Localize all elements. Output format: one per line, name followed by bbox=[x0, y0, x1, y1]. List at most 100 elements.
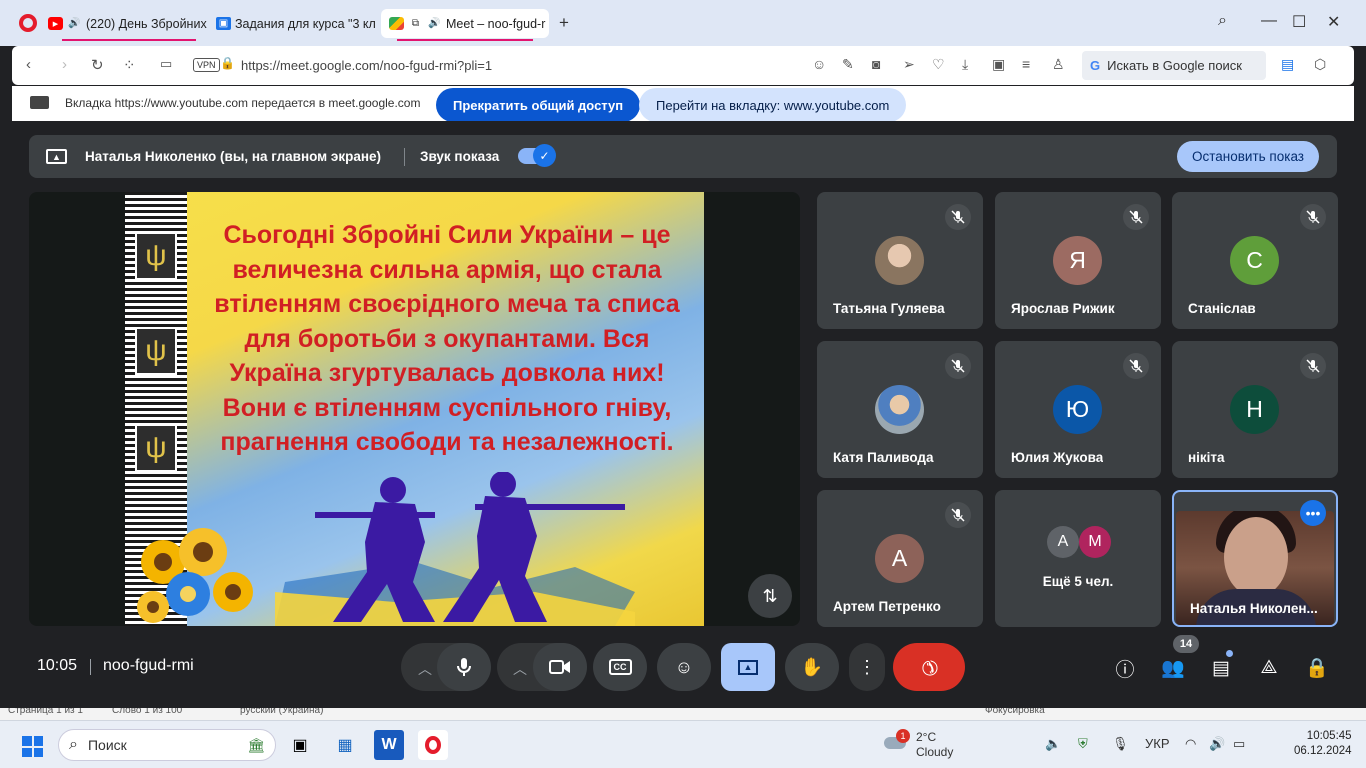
heart-icon[interactable]: ♡ bbox=[932, 56, 945, 73]
account-icon[interactable]: ♙ bbox=[1052, 56, 1065, 73]
close-icon[interactable]: ✕ bbox=[1327, 12, 1340, 32]
meeting-info-icon[interactable]: ⓘ bbox=[1112, 655, 1138, 681]
avatar: Н bbox=[1230, 385, 1279, 434]
stop-sharing-button[interactable]: Прекратить общий доступ bbox=[436, 88, 641, 122]
closed-captions-icon: CC bbox=[608, 659, 632, 675]
participant-tile[interactable]: Я Ярослав Рижик bbox=[995, 192, 1161, 329]
mic-off-icon bbox=[1300, 204, 1326, 230]
participant-tile[interactable]: Н нікіта bbox=[1172, 341, 1338, 478]
vpn-badge[interactable]: VPN bbox=[193, 58, 220, 72]
lock-icon[interactable]: 🔒 bbox=[220, 56, 235, 70]
people-icon[interactable]: 👥 bbox=[1160, 655, 1186, 681]
volume-muted-icon[interactable]: 🔈 bbox=[1045, 736, 1061, 752]
camera-icon[interactable]: ▭ bbox=[160, 56, 172, 72]
chat-icon[interactable]: ▤ bbox=[1208, 655, 1234, 681]
present-screen-icon: ▲ bbox=[738, 659, 758, 675]
host-controls-icon[interactable]: 🔒 bbox=[1304, 655, 1330, 681]
participant-tile[interactable]: А Артем Петренко bbox=[817, 490, 983, 627]
microphone-button[interactable] bbox=[437, 643, 491, 691]
weather-desc: Cloudy bbox=[916, 745, 954, 759]
present-button[interactable]: ▲ bbox=[721, 643, 775, 691]
avatar: Я bbox=[1053, 236, 1102, 285]
opera-taskbar-icon[interactable] bbox=[418, 730, 448, 760]
participant-tile[interactable]: Татьяна Гуляева bbox=[817, 192, 983, 329]
minimize-icon[interactable]: — bbox=[1261, 12, 1277, 30]
taskbar-clock[interactable]: 10:05:45 06.12.2024 bbox=[1294, 729, 1352, 759]
maximize-icon[interactable]: ☐ bbox=[1292, 12, 1306, 32]
keyboard-language[interactable]: УКР bbox=[1145, 736, 1170, 751]
share-message: Вкладка https://www.youtube.com передает… bbox=[65, 96, 421, 110]
battery-icon[interactable]: ▭ bbox=[1233, 736, 1245, 752]
avatar: А bbox=[875, 534, 924, 583]
chevron-up-icon[interactable]: ︿ bbox=[513, 659, 527, 679]
reactions-button[interactable]: ☺ bbox=[657, 643, 711, 691]
captions-button[interactable]: CC bbox=[593, 643, 647, 691]
more-options-button[interactable]: ⋮ bbox=[849, 643, 885, 691]
clock-time: 10:05:45 bbox=[1306, 730, 1352, 742]
snapshot-icon[interactable]: ◙ bbox=[872, 56, 880, 72]
security-icon[interactable]: ⛨ bbox=[1078, 736, 1088, 752]
extensions-icon[interactable]: ⬡ bbox=[1314, 56, 1326, 73]
participant-name: Станіслав bbox=[1188, 301, 1256, 316]
back-icon[interactable]: ‹ bbox=[26, 56, 31, 73]
opera-logo-icon[interactable] bbox=[19, 14, 37, 32]
soldiers-silhouette bbox=[275, 472, 635, 626]
more-participants-tile[interactable]: А М Ещё 5 чел. bbox=[995, 490, 1161, 627]
leave-call-button[interactable]: ✆ bbox=[893, 643, 965, 691]
windows-start-icon[interactable] bbox=[22, 736, 43, 757]
hand-icon: ✋ bbox=[800, 656, 824, 677]
emoji-icon[interactable]: ☺ bbox=[812, 56, 826, 72]
new-tab-icon[interactable]: + bbox=[559, 13, 569, 33]
tab-youtube[interactable]: ▶ 🔊 (220) День Збройних bbox=[48, 9, 208, 38]
go-to-tab-button[interactable]: Перейти на вкладку: www.youtube.com bbox=[639, 88, 907, 122]
presenter-name: Наталья Николенко (вы, на главном экране… bbox=[85, 149, 382, 164]
chevron-up-icon[interactable]: ︿ bbox=[418, 659, 432, 679]
tab-classroom[interactable]: ▣ Задания для курса "3 кла bbox=[216, 9, 376, 38]
wifi-icon[interactable]: ◠ bbox=[1185, 736, 1196, 752]
slide-text: Сьогодні Збройні Сили України – це велич… bbox=[214, 221, 680, 456]
sidebar-icon[interactable]: ▤ bbox=[1281, 56, 1294, 73]
store-icon[interactable]: ▦ bbox=[330, 730, 360, 760]
url-field[interactable]: https://meet.google.com/noo-fgud-rmi?pli… bbox=[241, 58, 492, 73]
self-video-face bbox=[1224, 517, 1288, 597]
mic-off-icon bbox=[1123, 353, 1149, 379]
taskbar-search-label: Поиск bbox=[87, 737, 127, 753]
task-view-icon[interactable]: ▣ bbox=[285, 730, 315, 760]
word-icon[interactable]: W bbox=[374, 730, 404, 760]
search-icon: ⌕ bbox=[69, 736, 78, 753]
stop-presenting-button[interactable]: Остановить показ bbox=[1177, 141, 1320, 172]
more-options-icon[interactable]: ••• bbox=[1300, 500, 1326, 526]
tab-label: Задания для курса "3 кла bbox=[235, 16, 376, 31]
swap-view-icon[interactable]: ⇅ bbox=[748, 574, 792, 618]
participant-tile[interactable]: Ю Юлия Жукова bbox=[995, 341, 1161, 478]
easy-setup-icon[interactable]: ≡ bbox=[1022, 56, 1030, 72]
focus-mode[interactable]: Фокусировка bbox=[985, 708, 1045, 716]
windows-taskbar: ⌕ Поиск 🏛 ▣ ▦ W 1 2°C Cloudy 🔈 ⛨ 🎙 УКР ◠ … bbox=[0, 720, 1366, 768]
player-icon[interactable]: ▣ bbox=[992, 56, 1005, 73]
activities-icon[interactable]: ⟁ bbox=[1256, 655, 1282, 681]
speaker-icon[interactable]: 🔊 bbox=[1209, 736, 1225, 752]
check-icon[interactable]: ✓ bbox=[533, 144, 556, 167]
reload-icon[interactable]: ↻ bbox=[91, 56, 104, 74]
search-tabs-icon[interactable]: ⌕ bbox=[1218, 12, 1227, 30]
camera-button[interactable] bbox=[533, 643, 587, 691]
microphone-tray-icon[interactable]: 🎙 bbox=[1112, 736, 1129, 752]
self-video-tile[interactable]: ••• Наталья Николен... bbox=[1172, 490, 1338, 627]
speed-dial-icon[interactable]: ⁘ bbox=[123, 56, 136, 74]
download-icon[interactable]: ⤓ bbox=[962, 56, 968, 73]
screen-share-icon bbox=[30, 96, 49, 109]
raise-hand-button[interactable]: ✋ bbox=[785, 643, 839, 691]
edit-icon[interactable]: ✎ bbox=[842, 56, 854, 73]
meeting-time: 10:05 bbox=[37, 657, 78, 674]
avatar: А bbox=[1047, 526, 1079, 558]
taskbar-search[interactable]: ⌕ Поиск 🏛 bbox=[58, 729, 276, 761]
participant-name: нікіта bbox=[1188, 450, 1225, 465]
meet-icon bbox=[389, 17, 404, 30]
send-icon[interactable]: ➢ bbox=[903, 56, 915, 73]
participant-tile[interactable]: Катя Паливода bbox=[817, 341, 983, 478]
google-search-box[interactable]: G Искать в Google поиск bbox=[1082, 51, 1266, 80]
forward-icon[interactable]: › bbox=[62, 56, 67, 73]
tab-meet[interactable]: ⧉ 🔊 Meet – noo-fgud-r bbox=[381, 9, 549, 38]
google-search-label: Искать в Google поиск bbox=[1107, 58, 1242, 73]
participant-tile[interactable]: С Станіслав bbox=[1172, 192, 1338, 329]
